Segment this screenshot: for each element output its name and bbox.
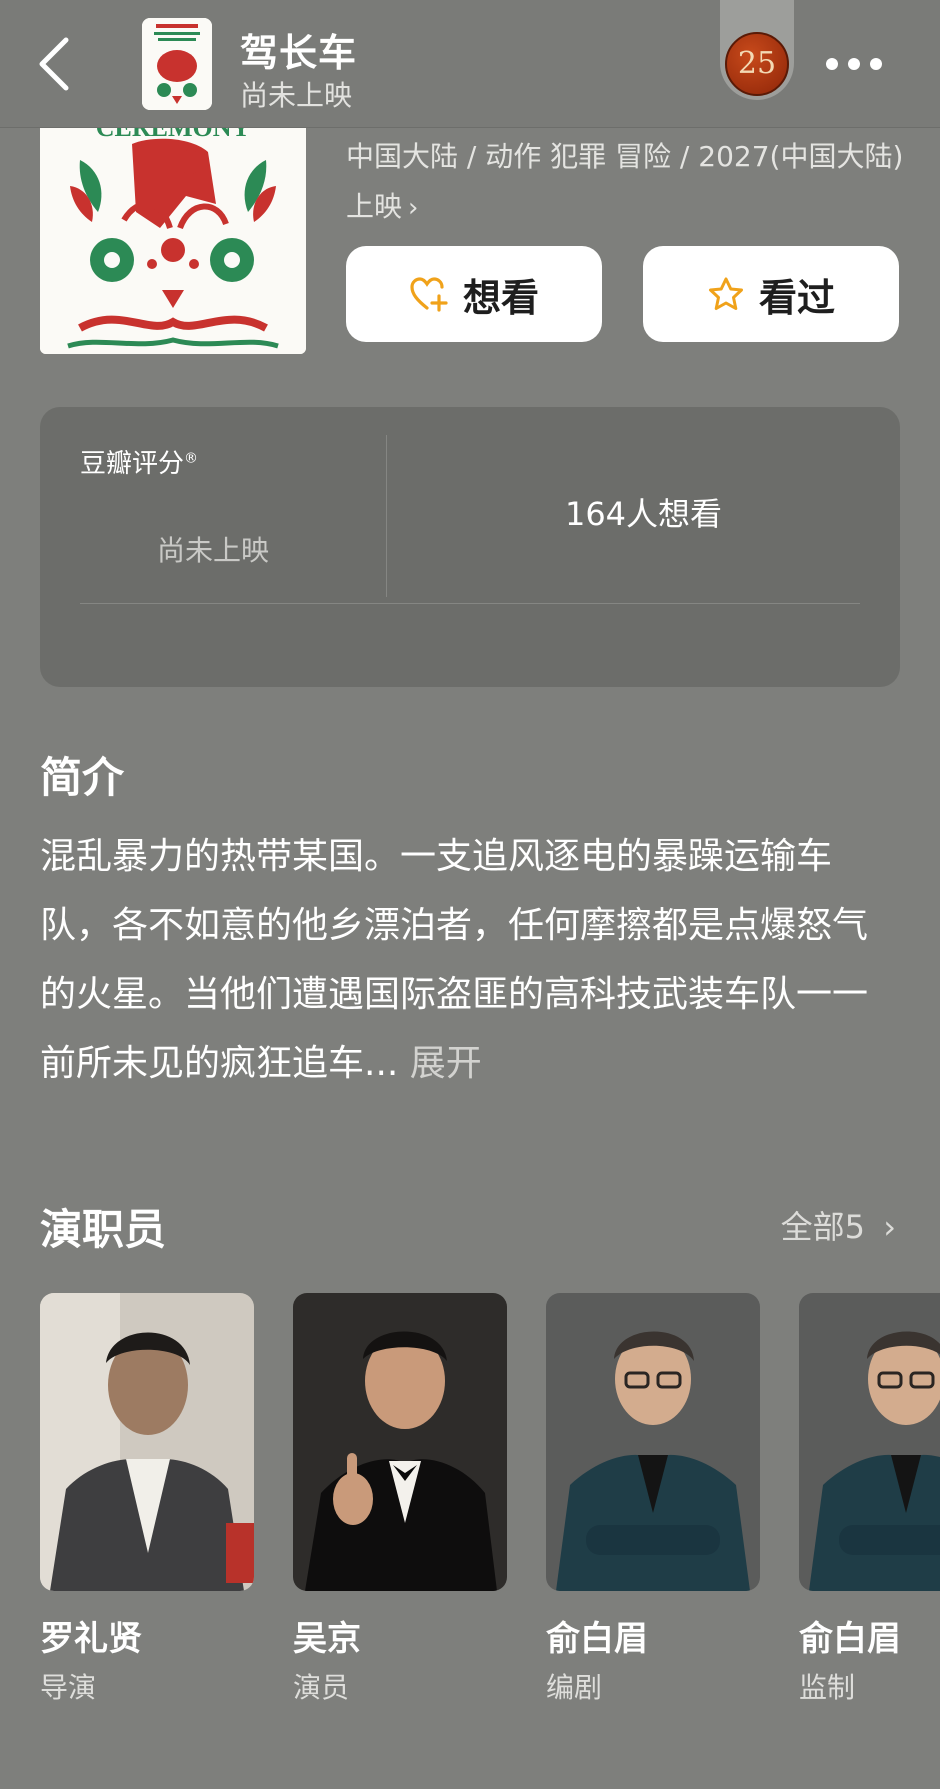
- person-photo-placeholder: [40, 1293, 254, 1591]
- movie-poster[interactable]: CEREMONY: [40, 100, 306, 354]
- movie-meta-text: 中国大陆 / 动作 犯罪 冒险 / 2027(中国大陆)上映: [346, 140, 904, 223]
- nav-subtitle: 尚未上映: [240, 79, 353, 112]
- watched-button[interactable]: 看过: [643, 246, 899, 342]
- rating-title: 豆瓣评分®: [80, 443, 198, 480]
- badge-number: 25: [725, 32, 789, 96]
- rating-title-text: 豆瓣评分: [80, 449, 185, 479]
- mini-poster-thumbnail[interactable]: [142, 18, 212, 110]
- poster-thumbnail-art: [142, 18, 212, 110]
- cast-role: 编剧: [546, 1671, 603, 1704]
- back-button[interactable]: [34, 36, 78, 92]
- person-photo-placeholder: [293, 1293, 507, 1591]
- view-all-cast-link[interactable]: 全部5 ›: [781, 1202, 896, 1248]
- cast-name: 俞白眉: [799, 1619, 901, 1659]
- expand-synopsis-link[interactable]: 展开: [410, 1043, 482, 1084]
- heart-plus-icon: [410, 277, 448, 312]
- dot-icon: [826, 58, 838, 70]
- chevron-right-icon: ›: [883, 1208, 896, 1246]
- person-photo-placeholder: [799, 1293, 940, 1591]
- cast-photo[interactable]: [293, 1293, 507, 1591]
- star-icon: [708, 277, 743, 310]
- cast-name: 俞白眉: [546, 1619, 648, 1659]
- view-all-cast-label: 全部5: [780, 1208, 866, 1246]
- synopsis-body: 混乱暴力的热带某国。一支追风逐电的暴躁运输车队，各不如意的他乡漂泊者，任何摩擦都…: [40, 822, 900, 1098]
- cast-heading: 演职员: [40, 1205, 167, 1254]
- want-to-watch-button[interactable]: 想看: [346, 246, 602, 342]
- cast-name: 吴京: [293, 1619, 361, 1659]
- cast-member-card[interactable]: 吴京 演员: [293, 1293, 507, 1706]
- cast-photo[interactable]: [546, 1293, 760, 1591]
- synopsis-heading: 简介: [40, 753, 125, 802]
- person-photo-placeholder: [546, 1293, 760, 1591]
- cast-role: 演员: [293, 1671, 350, 1704]
- cast-name: 罗礼贤: [40, 1619, 142, 1659]
- registered-mark: ®: [184, 450, 199, 467]
- want-count: 164人想看: [564, 495, 723, 533]
- top-nav-bar: 驾长车 尚未上映 25: [0, 0, 940, 128]
- cast-photo[interactable]: [40, 1293, 254, 1591]
- dot-icon: [848, 58, 860, 70]
- cast-photo[interactable]: [799, 1293, 940, 1591]
- movie-meta-info[interactable]: 中国大陆 / 动作 犯罪 冒险 / 2027(中国大陆)上映 ›: [346, 132, 906, 233]
- cast-member-card[interactable]: 俞白眉 编剧: [546, 1293, 760, 1706]
- watched-button-label: 看过: [758, 275, 835, 320]
- cast-member-card[interactable]: 罗礼贤 导演: [40, 1293, 254, 1706]
- dot-icon: [870, 58, 882, 70]
- rating-horizontal-divider: [80, 603, 860, 604]
- want-button-label: 想看: [462, 275, 539, 320]
- chevron-right-icon: ›: [408, 193, 419, 223]
- cast-member-card[interactable]: 俞白眉 监制: [799, 1293, 940, 1706]
- rating-card[interactable]: 豆瓣评分® 尚未上映 164人想看: [40, 407, 900, 687]
- rating-unavailable-text: 尚未上映: [156, 534, 269, 567]
- cast-role: 导演: [40, 1671, 97, 1704]
- chevron-left-icon: [39, 37, 69, 91]
- nav-title: 驾长车: [240, 31, 358, 75]
- anniversary-badge[interactable]: 25: [720, 0, 794, 100]
- poster-artwork: CEREMONY: [40, 100, 306, 354]
- more-options-button[interactable]: [826, 58, 886, 72]
- cast-role: 监制: [799, 1671, 856, 1704]
